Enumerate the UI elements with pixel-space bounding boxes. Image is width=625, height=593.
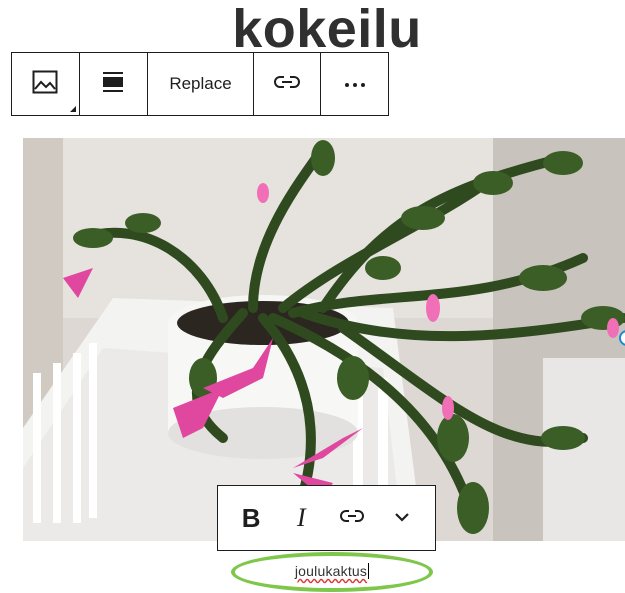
align-icon — [102, 71, 124, 97]
more-options-button[interactable] — [321, 53, 388, 115]
image-icon — [32, 70, 58, 99]
caption-text: joulukaktus — [294, 563, 368, 579]
replace-button[interactable]: Replace — [148, 53, 254, 115]
italic-button[interactable]: I — [278, 495, 324, 541]
caption-field[interactable]: joulukaktus — [231, 563, 433, 579]
caption-format-toolbar: B I — [217, 485, 436, 551]
align-button[interactable] — [80, 53, 149, 115]
chevron-down-icon — [394, 509, 410, 527]
more-options-icon — [344, 75, 366, 93]
replace-label: Replace — [169, 74, 232, 93]
text-caret — [368, 563, 370, 579]
change-block-type-button[interactable] — [12, 53, 80, 115]
cactus-photo[interactable] — [23, 138, 625, 541]
link-icon — [339, 509, 364, 528]
bold-button[interactable]: B — [228, 495, 274, 541]
insert-link-button[interactable] — [254, 53, 322, 115]
more-formatting-button[interactable] — [379, 495, 425, 541]
link-icon — [274, 75, 300, 94]
image-block-toolbar: Replace — [11, 52, 389, 116]
dropdown-corner-icon — [69, 106, 76, 112]
image-caption[interactable]: joulukaktus — [231, 552, 433, 592]
caption-link-button[interactable] — [329, 495, 375, 541]
